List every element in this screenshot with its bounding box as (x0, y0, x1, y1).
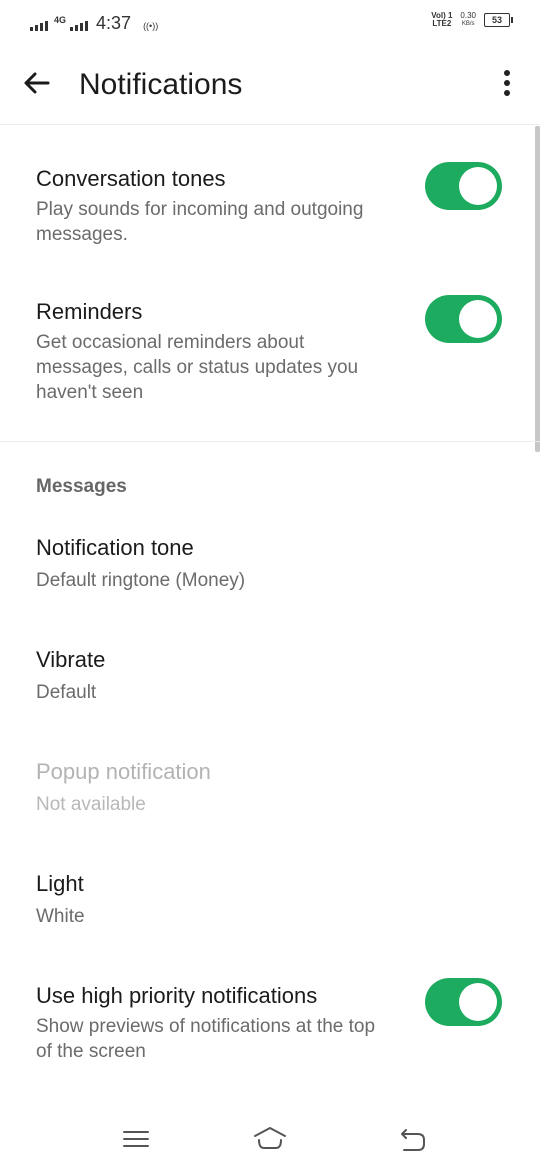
setting-notification-tone[interactable]: Notification tone Default ringtone (Mone… (0, 535, 540, 605)
volte-indicator: Vol) 1 LTE2 (431, 12, 452, 28)
network-speed: 0.30 KB/s (460, 12, 476, 28)
setting-value: Default (36, 682, 97, 703)
status-bar: 4G 4:37 ((•)) Vol) 1 LTE2 0.30 KB/s 53 (0, 0, 540, 46)
setting-title: Reminders (36, 299, 143, 324)
menu-lines-icon[interactable] (116, 1120, 156, 1160)
network-type: 4G (54, 15, 67, 25)
page-title: Notifications (79, 68, 243, 101)
arrow-left-icon[interactable] (20, 66, 54, 100)
setting-popup-notification: Popup notification Not available (0, 759, 540, 829)
setting-value: White (36, 906, 85, 927)
setting-title: Use high priority notifications (36, 983, 318, 1008)
signal-icon (30, 17, 48, 31)
status-left: 4G 4:37 ((•)) (30, 10, 159, 33)
status-right: Vol) 1 LTE2 0.30 KB/s 53 (431, 12, 513, 28)
setting-vibrate[interactable]: Vibrate Default (0, 647, 540, 717)
speed-value: 0.30 (460, 11, 476, 20)
setting-subtitle: Get occasional reminders about messages,… (36, 332, 359, 403)
lte-label: LTE2 (432, 19, 452, 28)
setting-title: Notification tone (36, 535, 194, 560)
setting-subtitle: Play sounds for incoming and outgoing me… (36, 199, 364, 245)
setting-value: Not available (36, 794, 146, 815)
section-divider (0, 441, 540, 442)
toggle-knob (459, 983, 497, 1021)
setting-title: Popup notification (36, 759, 211, 784)
reminders-toggle[interactable] (425, 295, 502, 343)
setting-title: Light (36, 871, 84, 896)
clock: 4:37 (96, 13, 132, 33)
toggle-knob (459, 167, 497, 205)
speed-unit: KB/s (461, 21, 475, 27)
toggle-knob (459, 300, 497, 338)
hotspot-icon: ((•)) (143, 21, 159, 31)
system-nav-bar (0, 1100, 540, 1170)
section-header-messages: Messages (36, 476, 127, 497)
conversation-tones-toggle[interactable] (425, 162, 502, 210)
more-vert-icon[interactable] (494, 70, 520, 102)
battery-icon: 53 (484, 13, 513, 27)
signal-icon-2 (70, 17, 89, 31)
setting-title: Vibrate (36, 647, 106, 672)
setting-value: Default ringtone (Money) (36, 570, 246, 591)
setting-subtitle: Show previews of notifications at the to… (36, 1016, 376, 1062)
setting-title: Conversation tones (36, 166, 226, 191)
return-icon[interactable] (392, 1120, 432, 1160)
setting-light[interactable]: Light White (0, 871, 540, 941)
home-icon[interactable] (250, 1120, 290, 1160)
high-priority-toggle[interactable] (425, 978, 502, 1026)
app-toolbar: Notifications (0, 46, 540, 125)
